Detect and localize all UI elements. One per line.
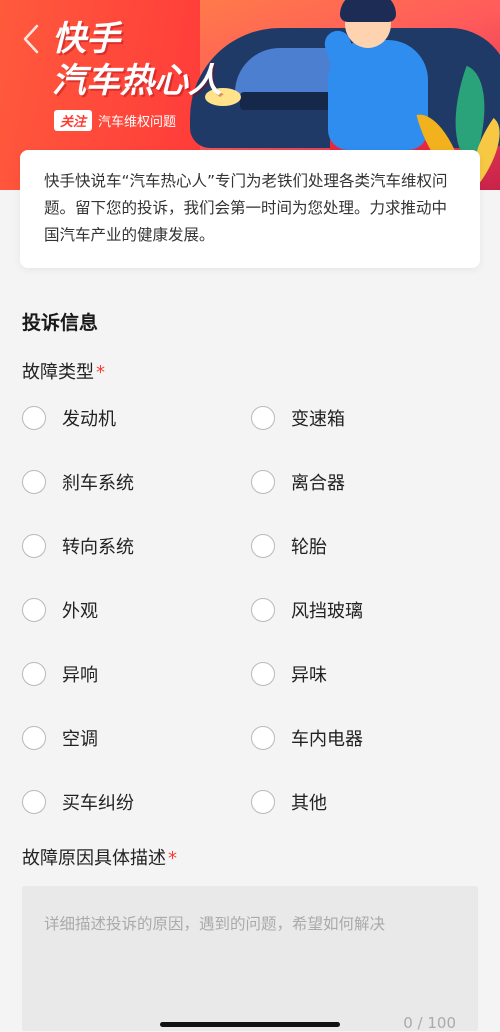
person-illustration-hair [340, 0, 396, 22]
radio-circle-icon[interactable] [22, 406, 46, 430]
required-mark: * [96, 362, 105, 383]
radio-label: 异响 [62, 665, 98, 686]
chevron-left-icon [23, 24, 39, 54]
radio-circle-icon[interactable] [251, 470, 275, 494]
radio-circle-icon[interactable] [22, 790, 46, 814]
radio-circle-icon[interactable] [22, 726, 46, 750]
radio-label: 轮胎 [291, 537, 327, 558]
topic-label: 汽车维权问题 [98, 115, 177, 130]
radio-option[interactable]: 转向系统 [22, 526, 134, 566]
radio-circle-icon[interactable] [22, 662, 46, 686]
fault-type-label: 故障类型 * [22, 358, 105, 384]
intro-card: 快手快说车“汽车热心人”专门为老铁们处理各类汽车维权问题。留下您的投诉，我们会第… [20, 150, 480, 268]
radio-option[interactable]: 空调 [22, 718, 98, 758]
radio-label: 异味 [291, 665, 327, 686]
radio-circle-icon[interactable] [22, 598, 46, 622]
radio-circle-icon[interactable] [22, 470, 46, 494]
radio-option[interactable]: 异味 [251, 654, 327, 694]
radio-label: 空调 [62, 729, 98, 750]
title-line-1: 快手 [52, 19, 120, 59]
description-label: 故障原因具体描述 * [22, 844, 177, 870]
radio-circle-icon[interactable] [251, 534, 275, 558]
radio-label: 买车纠纷 [62, 793, 134, 814]
follow-row: 关注 汽车维权问题 [54, 110, 176, 131]
radio-label: 风挡玻璃 [291, 601, 363, 622]
radio-circle-icon[interactable] [251, 598, 275, 622]
radio-circle-icon[interactable] [251, 726, 275, 750]
radio-option[interactable]: 异响 [22, 654, 98, 694]
radio-option[interactable]: 轮胎 [251, 526, 327, 566]
radio-circle-icon[interactable] [251, 406, 275, 430]
home-indicator[interactable] [160, 1022, 340, 1027]
fault-type-label-text: 故障类型 [22, 362, 94, 383]
required-mark: * [168, 848, 177, 869]
radio-circle-icon[interactable] [22, 534, 46, 558]
radio-label: 发动机 [62, 409, 116, 430]
radio-label: 车内电器 [291, 729, 363, 750]
section-title: 投诉信息 [22, 312, 99, 334]
page-title: 快手 汽车热心人 [52, 18, 222, 102]
radio-label: 转向系统 [62, 537, 134, 558]
radio-option[interactable]: 风挡玻璃 [251, 590, 363, 630]
follow-button[interactable]: 关注 [54, 110, 93, 131]
radio-circle-icon[interactable] [251, 662, 275, 686]
radio-option[interactable]: 离合器 [251, 462, 345, 502]
radio-option[interactable]: 车内电器 [251, 718, 363, 758]
description-placeholder: 详细描述投诉的原因，遇到的问题，希望如何解决 [44, 915, 386, 933]
radio-label: 外观 [62, 601, 98, 622]
radio-label: 刹车系统 [62, 473, 134, 494]
radio-circle-icon[interactable] [251, 790, 275, 814]
title-line-2: 汽车热心人 [52, 61, 222, 101]
description-textarea[interactable]: 详细描述投诉的原因，遇到的问题，希望如何解决 0 / 100 [22, 886, 478, 1032]
radio-option[interactable]: 买车纠纷 [22, 782, 134, 822]
radio-option[interactable]: 变速箱 [251, 398, 345, 438]
radio-option[interactable]: 其他 [251, 782, 327, 822]
radio-option[interactable]: 刹车系统 [22, 462, 134, 502]
back-button[interactable] [16, 24, 46, 54]
radio-label: 其他 [291, 793, 327, 814]
description-label-text: 故障原因具体描述 [22, 848, 166, 869]
character-counter: 0 / 100 [403, 1014, 456, 1032]
radio-option[interactable]: 外观 [22, 590, 98, 630]
radio-label: 离合器 [291, 473, 345, 494]
radio-option[interactable]: 发动机 [22, 398, 116, 438]
radio-label: 变速箱 [291, 409, 345, 430]
